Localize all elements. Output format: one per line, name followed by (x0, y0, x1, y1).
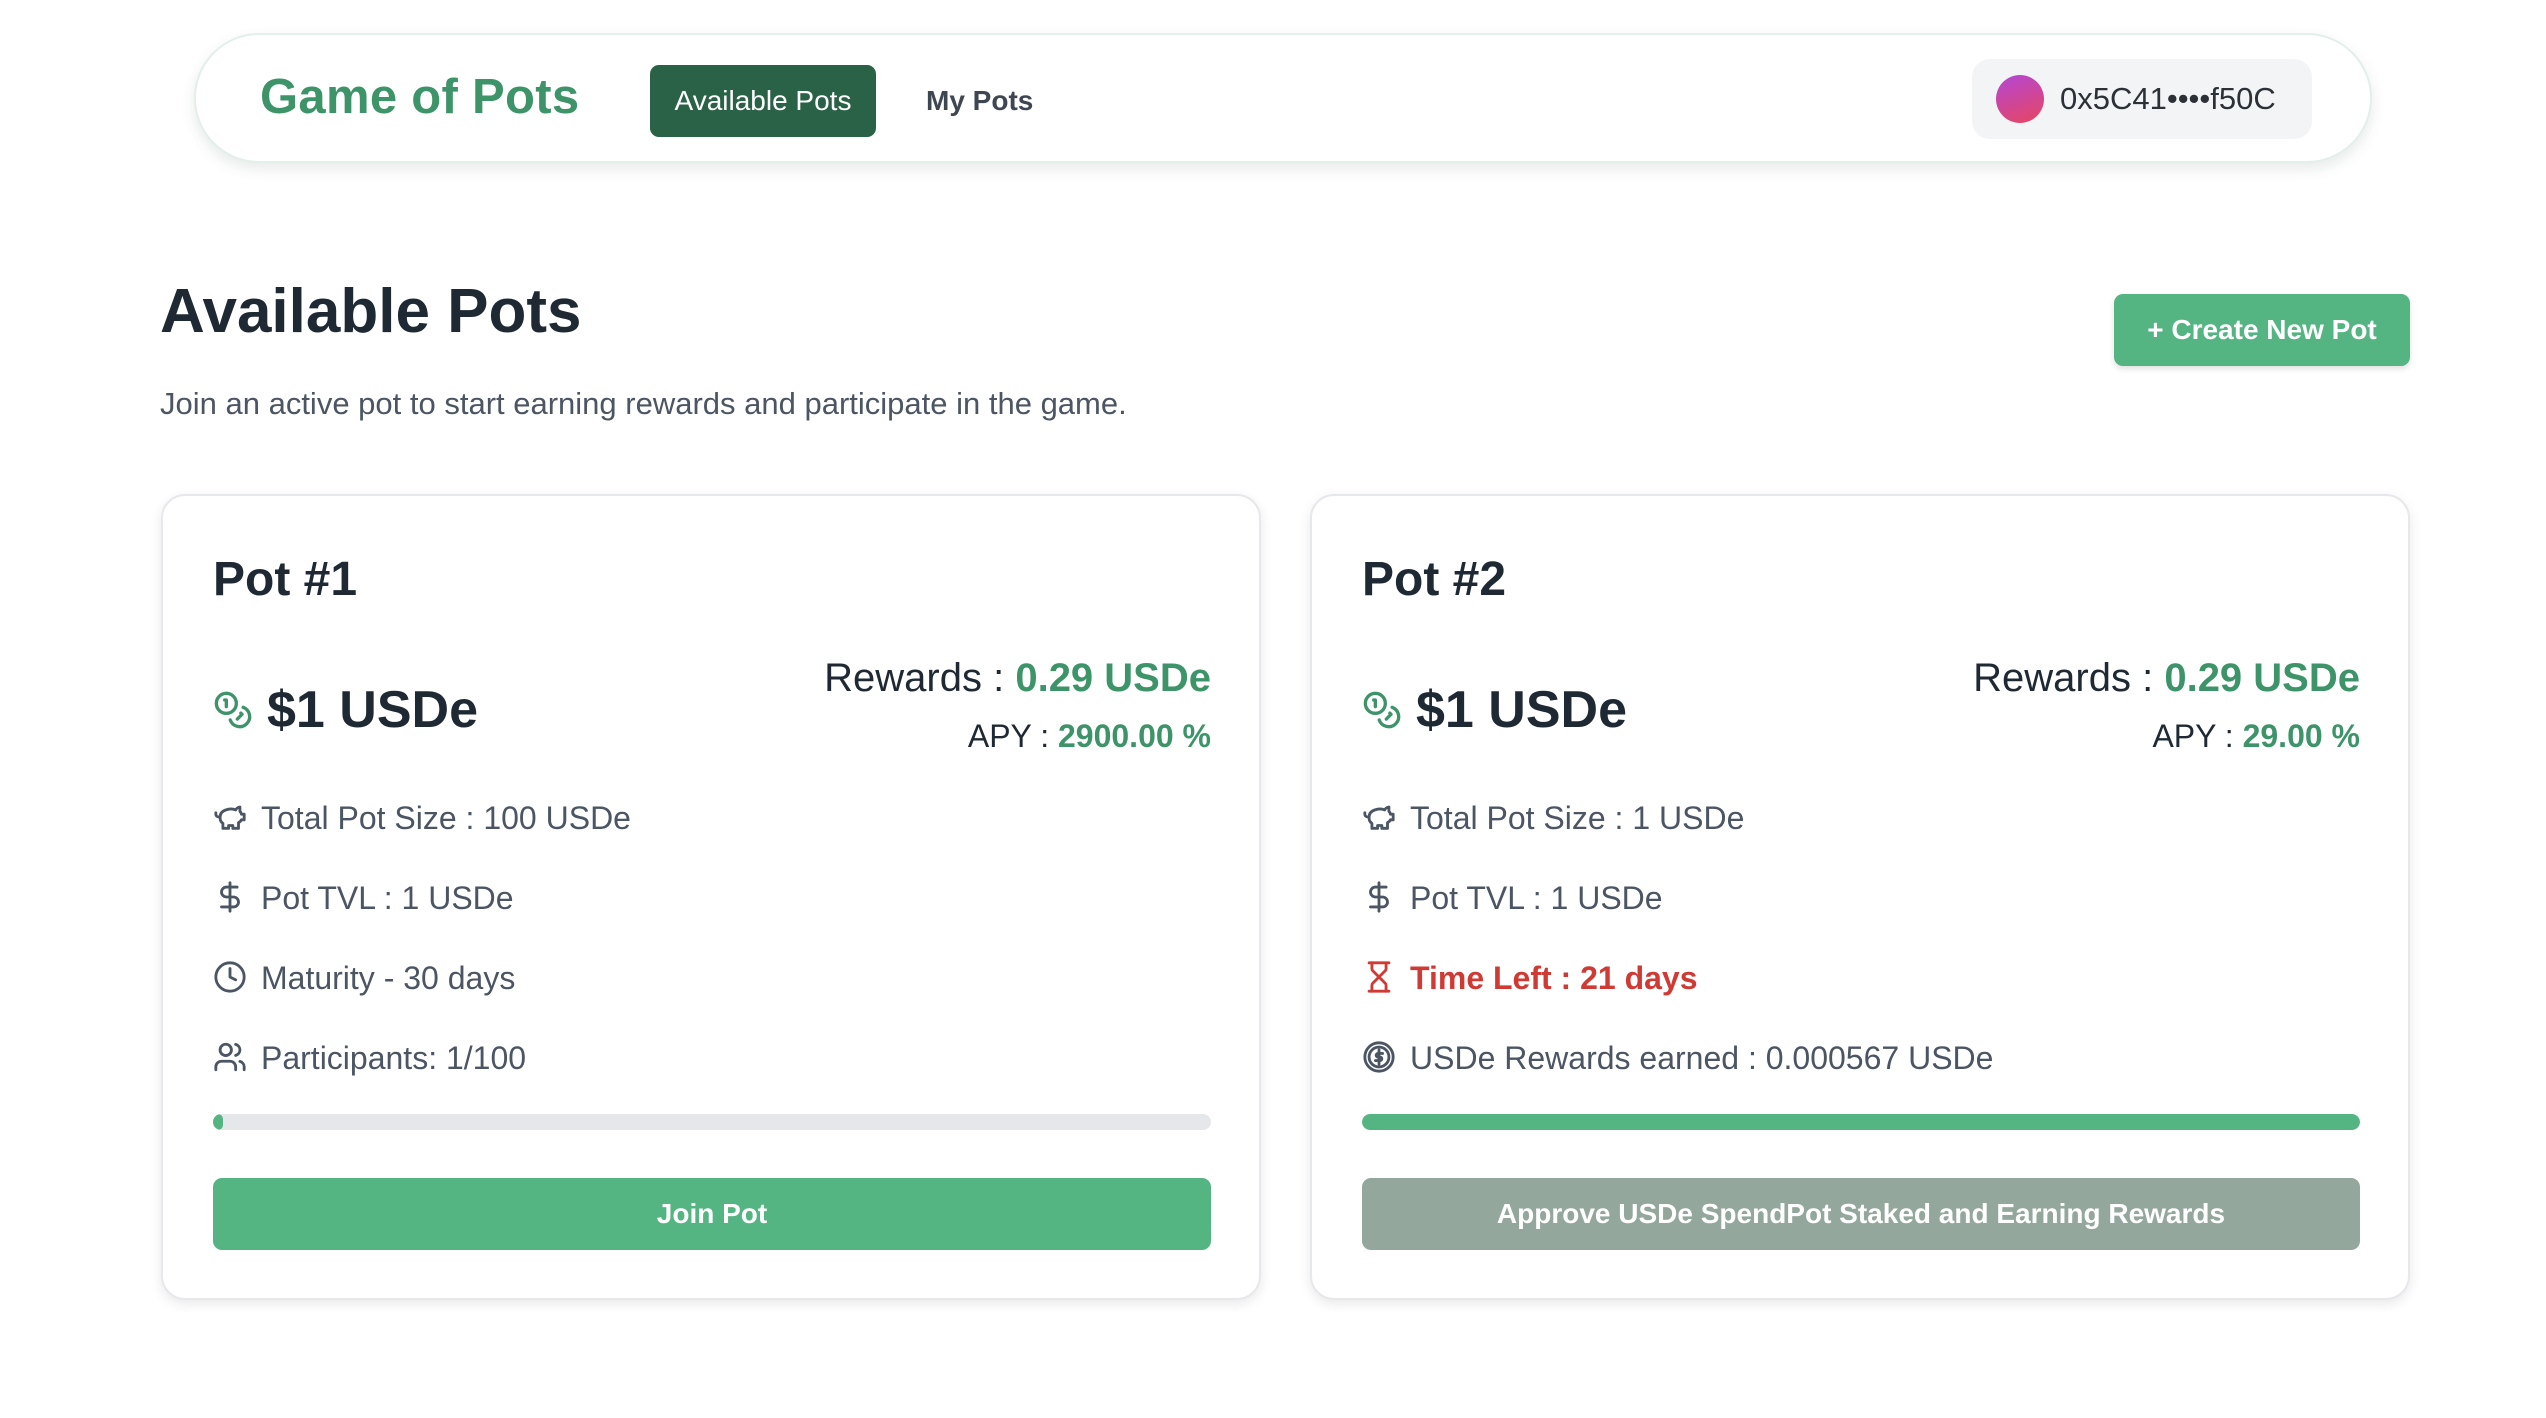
pot-apy: APY : 2900.00 % (968, 718, 1211, 755)
pot-title: Pot #1 (213, 553, 358, 606)
rewards-earned-text: USDe Rewards earned : 0.000567 USDe (1410, 1040, 1994, 1076)
dollar-icon (1369, 881, 1389, 913)
pot-progress-bar (213, 1114, 1211, 1130)
tab-available-pots[interactable]: Available Pots (650, 65, 876, 137)
pot-size-text: Total Pot Size : 100 USDe (261, 800, 631, 836)
clock-icon (214, 961, 246, 993)
pot-price: $1 USDe (267, 681, 478, 739)
pot-tvl-text: Pot TVL : 1 USDe (261, 880, 514, 916)
wallet-avatar (1996, 75, 2044, 123)
pot-progress-fill (213, 1114, 223, 1130)
piggy-bank-icon (1363, 805, 1395, 830)
rewards-label: Rewards : (1973, 656, 2165, 700)
pot-rewards: Rewards : 0.29 USDe (1973, 656, 2360, 701)
approve-staked-button[interactable]: Approve USDe SpendPot Staked and Earning… (1362, 1178, 2360, 1250)
app-logo[interactable]: Game of Pots (260, 69, 579, 125)
maturity-text: Maturity - 30 days (261, 960, 516, 996)
rewards-label: Rewards : (824, 656, 1016, 700)
dollar-icon (220, 881, 240, 913)
pot-progress-bar (1362, 1114, 2360, 1130)
pot-apy: APY : 29.00 % (2152, 718, 2360, 755)
top-navbar: Game of Pots Available Pots My Pots 0x5C… (194, 33, 2372, 163)
rewards-value: 0.29 USDe (2164, 656, 2360, 700)
apy-value: 2900.00 % (1057, 718, 1211, 754)
pot-progress-fill (1362, 1114, 2360, 1130)
coins-icon (1363, 691, 1401, 729)
pot-size-text: Total Pot Size : 1 USDe (1410, 800, 1745, 836)
rewards-value: 0.29 USDe (1015, 656, 1211, 700)
participants-text: Participants: 1/100 (261, 1040, 527, 1076)
tab-my-pots[interactable]: My Pots (902, 65, 1057, 137)
create-new-pot-button[interactable]: + Create New Pot (2114, 294, 2410, 366)
apy-label: APY : (967, 718, 1058, 754)
apy-value: 29.00 % (2242, 718, 2360, 754)
pot-card-2: Pot #2 $1 USDe Rewards : 0.29 USDe APY :… (1310, 494, 2410, 1300)
time-left-text: Time Left : 21 days (1410, 960, 1698, 996)
piggy-bank-icon (214, 805, 246, 830)
apy-label: APY : (2152, 718, 2243, 754)
pot-title: Pot #2 (1362, 553, 1507, 606)
pot-price: $1 USDe (1416, 681, 1627, 739)
wallet-button[interactable]: 0x5C41••••f50C (1972, 59, 2312, 139)
pot-card-1: Pot #1 $1 USDe Rewards : 0.29 USDe APY :… (161, 494, 1261, 1300)
join-pot-button[interactable]: Join Pot (213, 1178, 1211, 1250)
users-icon (214, 1042, 246, 1072)
dollar-circle-icon (1363, 1041, 1395, 1073)
page-title: Available Pots (160, 277, 582, 346)
page-subtitle: Join an active pot to start earning rewa… (160, 386, 1127, 421)
pot-tvl-text: Pot TVL : 1 USDe (1410, 880, 1663, 916)
pot-rewards: Rewards : 0.29 USDe (824, 656, 1211, 701)
coins-icon (214, 691, 252, 729)
hourglass-icon (1367, 961, 1391, 993)
wallet-address: 0x5C41••••f50C (2060, 81, 2276, 116)
